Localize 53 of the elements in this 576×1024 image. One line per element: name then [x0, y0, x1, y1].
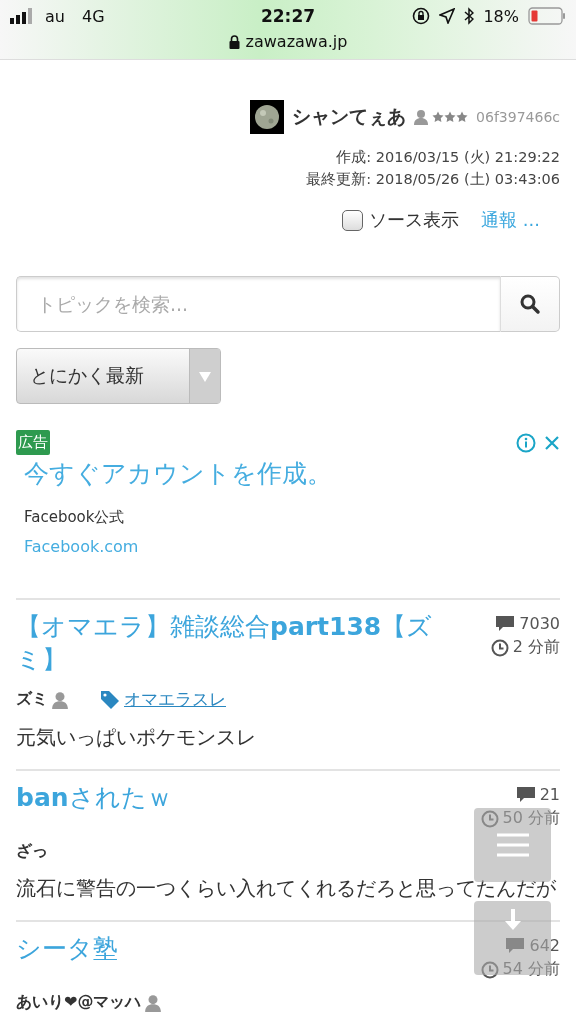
url-text[interactable]: zawazawa.jp — [245, 32, 348, 51]
clock-text: 22:27 — [260, 6, 316, 26]
clock-icon — [480, 960, 499, 979]
lock-icon — [228, 34, 240, 49]
search-icon — [519, 293, 541, 315]
star-icon — [456, 111, 469, 123]
battery-text: 18% — [483, 6, 519, 26]
comment-count: 642 — [529, 936, 560, 955]
network-text: 4G — [81, 6, 105, 26]
updated-date: 最終更新: 2018/05/26 (土) 03:43:06 — [306, 170, 560, 189]
time-ago: 54 分前 — [502, 959, 560, 980]
close-icon[interactable] — [544, 434, 560, 451]
topic-author[interactable]: あいり❤@マッハ — [16, 992, 142, 1013]
created-date: 作成: 2016/03/15 (火) 21:29:22 — [336, 148, 560, 167]
down-arrow-icon — [503, 909, 522, 931]
topic-author[interactable]: ズミ — [16, 689, 48, 710]
star-icon — [444, 111, 457, 123]
ad-panel[interactable]: 広告 今すぐアカウントを作成。 Facebook公式 Facebook.com — [16, 430, 560, 598]
info-icon[interactable] — [516, 432, 536, 453]
tag-link[interactable]: オマエラスレ — [124, 688, 226, 711]
clock-icon — [480, 809, 499, 828]
topic-summary: 流石に警告の一つくらい入れてくれるだろと思ってたんだが — [16, 876, 557, 902]
comment-count: 7030 — [519, 614, 560, 633]
checkbox-label: ソース表示 — [369, 208, 460, 232]
bluetooth-icon — [464, 7, 475, 25]
sort-dropdown[interactable]: とにかく最新 — [16, 348, 221, 404]
ad-badge: 広告 — [16, 430, 50, 455]
search-button[interactable] — [500, 276, 560, 332]
carrier-text: au — [45, 6, 65, 26]
time-ago: 2 分前 — [512, 637, 560, 658]
caret-icon — [198, 371, 212, 383]
comment-count: 21 — [539, 785, 560, 804]
avatar-icon — [250, 100, 285, 134]
battery-icon — [528, 7, 566, 25]
user-id: 06f397466c — [476, 109, 560, 125]
tag-icon — [100, 689, 120, 710]
comment-icon — [505, 936, 526, 955]
topic-author[interactable]: ざっ — [16, 841, 48, 862]
source-toggle[interactable]: ソース表示 — [342, 208, 460, 232]
clock-icon — [490, 638, 509, 657]
menu-icon — [496, 833, 529, 857]
topic-summary: 元気いっぱいポケモンスレ — [16, 725, 257, 751]
time-ago: 50 分前 — [502, 808, 560, 829]
user-icon — [414, 109, 429, 125]
comment-icon — [515, 785, 536, 804]
rotation-lock-icon — [412, 7, 431, 25]
location-icon — [439, 8, 456, 24]
star-icon — [432, 111, 445, 123]
comment-icon — [495, 614, 516, 633]
author-name[interactable]: シャンてぇあ — [292, 104, 407, 130]
search-field[interactable]: トピックを検索... — [16, 276, 500, 332]
checkbox[interactable] — [342, 209, 364, 231]
advertiser-name: Facebook公式 — [24, 508, 126, 527]
